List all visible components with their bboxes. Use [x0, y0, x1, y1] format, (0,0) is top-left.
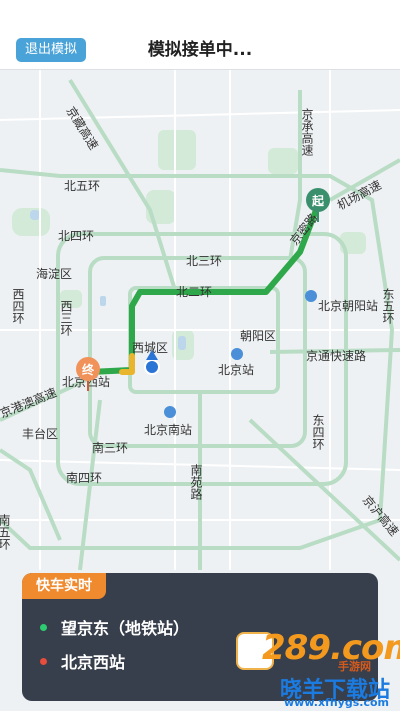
label-nanwuhuan: 南五环	[0, 513, 11, 550]
label-chaoyang-station: 北京朝阳站	[318, 299, 378, 313]
label-xisanhuan: 西三环	[59, 300, 73, 336]
label-fengtai: 丰台区	[22, 426, 58, 441]
label-dongsihuan: 东四环	[311, 414, 325, 450]
pickup-stop: 望京东（地铁站）	[40, 615, 189, 639]
metro-station-icon	[305, 290, 317, 302]
dropoff-dot-icon	[40, 657, 47, 665]
label-beisanhuan: 北三环	[186, 254, 222, 268]
label-beisihuan: 北四环	[58, 229, 94, 243]
label-dongwuhuan: 东五环	[381, 288, 395, 324]
label-beijing-station: 北京站	[218, 363, 254, 377]
order-type-tag: 快车实时	[22, 573, 106, 599]
label-beijing-south: 北京南站	[144, 422, 192, 437]
label-haidian: 海淀区	[36, 266, 72, 281]
label-xicheng: 西城区	[132, 341, 168, 355]
label-jingtong: 京通快速路	[306, 348, 366, 363]
label-jingcheng: 京承高速	[300, 108, 314, 156]
train-station-icon	[164, 406, 176, 418]
watermark-url: www.xfhygs.com	[284, 696, 389, 709]
pickup-dot-icon	[40, 623, 47, 631]
page-title: 模拟接单中...	[147, 40, 253, 60]
label-chaoyang: 朝阳区	[240, 329, 276, 343]
dropoff-label: 北京西站	[61, 653, 126, 672]
start-marker-label: 起	[311, 193, 325, 208]
end-marker-label: 终	[82, 362, 95, 377]
label-beiwuhuan: 北五环	[64, 179, 100, 193]
top-bar: 退出模拟 模拟接单中...	[0, 0, 400, 70]
label-xisihuan: 西四环	[11, 288, 25, 324]
label-beierhuan: 北二环	[176, 285, 212, 299]
watermark-number: 289.com	[262, 628, 400, 668]
train-station-icon	[231, 348, 243, 360]
label-nanyuan: 南苑路	[189, 463, 203, 501]
label-nansanhuan: 南三环	[92, 440, 128, 455]
watermark: 289.com 手游网 晓羊下载站 www.xfhygs.com	[232, 628, 400, 711]
label-nansihuan: 南四环	[66, 470, 102, 485]
dropoff-stop: 北京西站	[40, 649, 125, 673]
pickup-label: 望京东（地铁站）	[61, 619, 190, 638]
